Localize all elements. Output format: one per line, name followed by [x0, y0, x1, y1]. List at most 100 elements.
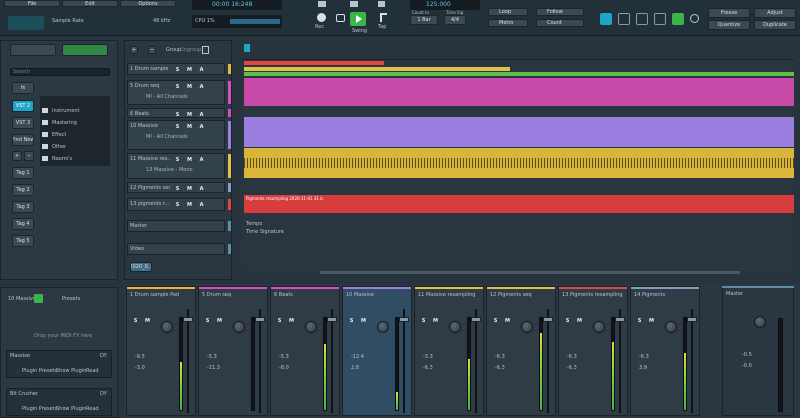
mute-button[interactable]: M [186, 156, 193, 163]
track-input[interactable]: MI - All Channels [146, 94, 188, 100]
fader-cap[interactable] [327, 317, 337, 322]
tag-3[interactable]: Tag 3 [12, 201, 34, 213]
plugin-2-dry[interactable]: DY [100, 391, 107, 397]
plugin-1-show[interactable]: Show Plugin [56, 368, 86, 374]
mute-button[interactable]: M [186, 123, 193, 130]
duplicate-button[interactable]: Duplicate [754, 20, 796, 30]
playhead-marker[interactable] [244, 44, 250, 52]
freeze-button[interactable]: Freeze [708, 8, 750, 18]
channel-solo-button[interactable]: S [348, 317, 355, 324]
arm-button[interactable]: A [198, 83, 205, 90]
metro-toggle[interactable]: Metro [488, 19, 528, 27]
timeline-ruler[interactable] [242, 40, 794, 60]
clip-yellow-bar[interactable] [244, 67, 510, 71]
remove-track-button[interactable]: − [148, 46, 156, 54]
channel-mute-button[interactable]: M [144, 317, 151, 324]
quantize-button[interactable]: Quantize [708, 20, 750, 30]
mute-button[interactable]: M [186, 66, 193, 73]
channel-pan-knob[interactable] [593, 321, 605, 333]
tag-2[interactable]: Tag 2 [12, 184, 34, 196]
fader-cap[interactable] [399, 317, 409, 322]
solo-button[interactable]: S [174, 123, 181, 130]
track-header[interactable]: 6 Beats S M A [127, 108, 231, 118]
nav-vst3[interactable]: VST 3 [12, 117, 34, 129]
track-header[interactable]: 11 Massive res.. 13 Massive - Mono S M A [127, 153, 231, 179]
arm-button[interactable]: A [198, 66, 205, 73]
fader-cap[interactable] [543, 317, 553, 322]
pointer-tool-icon[interactable] [600, 13, 612, 25]
channel-fader[interactable] [687, 309, 697, 413]
clip-green-bar[interactable] [244, 72, 794, 76]
group-button[interactable]: Group [166, 47, 181, 53]
split-tool-icon[interactable] [636, 13, 648, 25]
mute-tool-icon[interactable] [654, 13, 666, 25]
tag-5[interactable]: Tag 5 [12, 235, 34, 247]
channel-mute-button[interactable]: M [576, 317, 583, 324]
channel-pan-knob[interactable] [665, 321, 677, 333]
browser-tab-plugins[interactable] [10, 44, 56, 56]
plugin-1-dry[interactable]: DY [100, 353, 107, 359]
fx-filter-button[interactable]: fx [12, 82, 34, 94]
arm-button[interactable]: A [198, 185, 205, 192]
track-header[interactable]: 10 Massive MI - All Channels S M A [127, 120, 231, 150]
time-sig-select[interactable]: 4/4 [444, 15, 466, 25]
mute-button[interactable]: M [186, 185, 193, 192]
channel-solo-button[interactable]: S [204, 317, 211, 324]
channel-mute-button[interactable]: M [360, 317, 367, 324]
tap-label[interactable]: Tap [378, 24, 386, 30]
track-header[interactable]: 13 pigments r... S M A [127, 198, 231, 211]
nav-vst2[interactable]: VST 2 [12, 100, 34, 112]
channel-solo-button[interactable]: S [492, 317, 499, 324]
fader-cap[interactable] [183, 317, 193, 322]
folder-item-naomis[interactable]: Naomi's [42, 156, 108, 164]
folder-item-effect[interactable]: Effect [42, 132, 108, 140]
channel-pan-knob[interactable] [521, 321, 533, 333]
channel-solo-button[interactable]: S [564, 317, 571, 324]
count-in-select[interactable]: 1 Bar [410, 15, 438, 25]
channel-fader[interactable] [615, 309, 625, 413]
tag-1[interactable]: Tag 1 [12, 167, 34, 179]
arm-button[interactable]: A [198, 156, 205, 163]
channel-pan-knob[interactable] [161, 321, 173, 333]
arm-button[interactable]: A [198, 111, 205, 118]
channel-mute-button[interactable]: M [216, 317, 223, 324]
fader-cap[interactable] [255, 317, 265, 322]
clip-drum-seq[interactable] [244, 78, 794, 106]
note-icon[interactable] [380, 13, 387, 22]
plugin-1-read[interactable]: Read [86, 368, 99, 374]
undo-icon[interactable] [690, 14, 699, 23]
solo-button[interactable]: S [174, 111, 181, 118]
solo-button[interactable]: S [174, 83, 181, 90]
stop-icon[interactable] [378, 1, 385, 7]
mute-button[interactable]: M [186, 201, 193, 208]
folder-item-mastering[interactable]: Mastering [42, 120, 108, 128]
channel-mute-button[interactable]: M [432, 317, 439, 324]
channel-mute-button[interactable]: M [288, 317, 295, 324]
track-header[interactable]: 12 Pigments seq S M A [127, 182, 231, 193]
count-toggle[interactable]: Count [536, 19, 584, 27]
channel-pan-knob[interactable] [449, 321, 461, 333]
master-pan-knob[interactable] [754, 316, 766, 328]
trash-icon[interactable] [202, 46, 209, 54]
follow-toggle[interactable]: Follow [536, 8, 584, 16]
plugin-2-read[interactable]: Read [86, 406, 99, 412]
clip-pigments-resampling[interactable] [244, 195, 794, 213]
mute-button[interactable]: M [186, 83, 193, 90]
track-header[interactable]: 5 Drum seq MI - All Channels S M A [127, 80, 231, 105]
loop-region-bar[interactable] [244, 61, 384, 65]
horizontal-scrollbar[interactable] [320, 271, 740, 274]
channel-mute-button[interactable]: M [648, 317, 655, 324]
track-header[interactable]: Video [127, 243, 231, 255]
tab-file[interactable]: File [4, 0, 60, 7]
tab-edit[interactable]: Edit [62, 0, 118, 7]
channel-solo-button[interactable]: S [636, 317, 643, 324]
remove-folder-button[interactable]: − [24, 151, 34, 161]
solo-button[interactable]: S [174, 201, 181, 208]
channel-fader[interactable] [399, 309, 409, 413]
channel-fader[interactable] [543, 309, 553, 413]
add-folder-button[interactable]: + [12, 151, 22, 161]
forward-icon[interactable] [350, 1, 358, 7]
plugin-2-presets[interactable]: Plugin Presets [22, 406, 57, 412]
plugin-2-show[interactable]: Show Plugin [56, 406, 86, 412]
solo-button[interactable]: S [174, 66, 181, 73]
